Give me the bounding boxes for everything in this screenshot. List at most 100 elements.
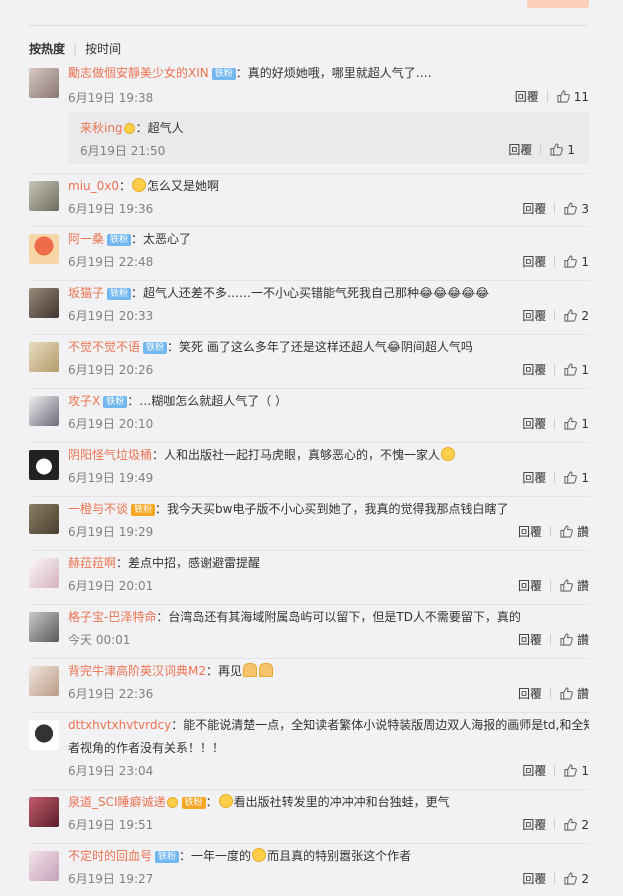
thumbs-up-icon[interactable] <box>564 764 578 777</box>
top-button[interactable] <box>527 0 589 8</box>
like-count: 11 <box>573 90 589 104</box>
thumbs-up-icon[interactable] <box>564 255 578 268</box>
reply-button[interactable]: 回覆 <box>508 143 532 157</box>
fan-badge: 铁粉 <box>131 504 156 516</box>
action-divider <box>554 364 556 375</box>
user-name[interactable]: 勵志做個安靜美少女的XIN <box>68 66 209 80</box>
comment-text: 看出版社转发里的冲冲冲和台独蛙，更气 <box>233 795 450 809</box>
avatar[interactable] <box>29 342 59 372</box>
colon: ： <box>152 448 165 462</box>
avatar[interactable] <box>29 612 59 642</box>
user-name[interactable]: 泉道_SCI睡癖诚递 <box>68 795 166 809</box>
avatar[interactable] <box>29 504 59 534</box>
action-divider <box>554 765 556 776</box>
avatar[interactable] <box>29 68 59 98</box>
like-count: 1 <box>581 255 589 269</box>
reply-button[interactable]: 回覆 <box>522 417 546 431</box>
avatar[interactable] <box>29 666 59 696</box>
thumbs-up-icon[interactable] <box>560 579 573 592</box>
comment-actions: 回覆 2 <box>522 307 589 324</box>
comment-actions: 回覆 讚 <box>518 577 589 594</box>
comment-text: 差点中招，感谢避雷提醒 <box>128 556 261 570</box>
comment-text: …糊咖怎么就超人气了（ ） <box>139 394 288 408</box>
reply-button[interactable]: 回覆 <box>522 764 546 778</box>
comment-actions: 回覆 讚 <box>518 523 589 540</box>
thumbs-up-icon[interactable] <box>557 90 570 103</box>
sort-bar: 按热度 | 按时间 <box>29 40 121 57</box>
user-name[interactable]: miu_0x0 <box>68 179 119 193</box>
reply-button[interactable]: 回覆 <box>522 363 546 377</box>
user-name[interactable]: 一橙与不谈 <box>68 502 128 516</box>
reply-button[interactable]: 回覆 <box>515 88 539 105</box>
user-name[interactable]: 赫菈菈啊 <box>68 556 116 570</box>
reply-button[interactable]: 回覆 <box>522 255 546 269</box>
colon: ： <box>131 232 144 246</box>
reply-button[interactable]: 回覆 <box>518 633 542 647</box>
action-divider <box>554 256 556 267</box>
thumbs-up-icon[interactable] <box>564 202 578 215</box>
action-divider <box>549 526 551 537</box>
reply-button[interactable]: 回覆 <box>522 872 546 886</box>
comment-time: 6月19日 19:29 <box>68 525 154 539</box>
sort-by-time[interactable]: 按时间 <box>85 40 121 57</box>
reply-button[interactable]: 回覆 <box>522 309 546 323</box>
action-divider <box>554 310 556 321</box>
comment-text: 再见 <box>218 664 243 678</box>
vip-icon <box>166 797 178 808</box>
thumbs-up-icon[interactable] <box>550 143 564 156</box>
thumbs-up-icon[interactable] <box>564 417 578 430</box>
comment-actions: 回覆 2 <box>522 870 589 887</box>
thumbs-up-icon[interactable] <box>564 818 578 831</box>
avatar[interactable] <box>29 851 59 881</box>
like-count: 1 <box>581 764 589 778</box>
user-name[interactable]: 阴阳怪气垃圾桶 <box>68 448 152 462</box>
comment-time: 6月19日 19:38 <box>68 91 154 105</box>
reply-button[interactable]: 回覆 <box>518 687 542 701</box>
thumbs-up-icon[interactable] <box>564 309 578 322</box>
user-name[interactable]: 坂猫子 <box>68 286 104 300</box>
user-name[interactable]: 攻子X <box>68 394 100 408</box>
comment-item: 勵志做個安靜美少女的XIN 铁粉 ：真的好烦她哦，哪里就超人气了…. 6月19日 1… <box>29 62 589 174</box>
user-name[interactable]: dttxhvtxhvtvrdcy <box>68 718 171 732</box>
thumbs-up-icon[interactable] <box>560 687 573 700</box>
comment-line: 阴阳怪气垃圾桶：人和出版社一起打马虎眼，真够恶心的，不愧一家人 <box>68 446 589 464</box>
comment-line: 勵志做個安靜美少女的XIN 铁粉 ：真的好烦她哦，哪里就超人气了…. <box>68 64 589 82</box>
reply-button[interactable]: 回覆 <box>522 471 546 485</box>
avatar[interactable] <box>29 234 59 264</box>
reply-button[interactable]: 回覆 <box>518 525 542 539</box>
comment-line: 格子宝-巴泽特命：台湾岛还有其海域附属岛屿可以留下，但是TD人不需要留下，真的 <box>68 608 589 626</box>
avatar[interactable] <box>29 396 59 426</box>
reply-button[interactable]: 回覆 <box>522 202 546 216</box>
comment-line: 不定时的回血号 铁粉 ：一年一度的 而且真的特别嚣张这个作者 <box>68 847 589 865</box>
avatar[interactable] <box>29 797 59 827</box>
thumbs-up-icon[interactable] <box>564 872 578 885</box>
comment-line: 一橙与不谈 铁粉 ：我今天买bw电子版不小心买到她了，我真的觉得我那点钱白瞎了 <box>68 500 589 518</box>
comment-text: 笑死 画了这么多年了还是这样还超人气😂阴间超人气吗 <box>179 340 473 354</box>
user-name[interactable]: 不定时的回血号 <box>68 849 152 863</box>
user-name[interactable]: 背完牛津高阶英汉词典M2 <box>68 664 206 678</box>
reply-button[interactable]: 回覆 <box>522 818 546 832</box>
avatar[interactable] <box>29 288 59 318</box>
thumbs-up-icon[interactable] <box>564 471 578 484</box>
avatar[interactable] <box>29 450 59 480</box>
avatar[interactable] <box>29 720 59 750</box>
like-count: 讚 <box>576 687 589 701</box>
user-name[interactable]: 阿一桑 <box>68 232 104 246</box>
thumbs-up-icon[interactable] <box>564 363 578 376</box>
user-name[interactable]: 不觉不觉不语 <box>68 340 140 354</box>
comment-time: 6月19日 22:36 <box>68 687 154 701</box>
comment-line: 赫菈菈啊：差点中招，感谢避雷提醒 <box>68 554 589 572</box>
sort-by-hot[interactable]: 按热度 <box>29 40 65 57</box>
avatar[interactable] <box>29 181 59 211</box>
thumbs-up-icon[interactable] <box>560 525 573 538</box>
user-name[interactable]: 格子宝-巴泽特命 <box>68 610 156 624</box>
comment-actions: 回覆 1 <box>522 469 589 486</box>
sub-user-name[interactable]: 来秋ing <box>80 121 123 135</box>
avatar[interactable] <box>29 558 59 588</box>
like-count: 讚 <box>576 633 589 647</box>
comment-line: 坂猫子 铁粉 ：超气人还差不多……一不小心买错能气死我自己那种😂😂😂😂😂 <box>68 284 589 302</box>
like-count: 2 <box>581 818 589 832</box>
fan-badge: 铁粉 <box>107 288 132 300</box>
reply-button[interactable]: 回覆 <box>518 579 542 593</box>
thumbs-up-icon[interactable] <box>560 633 573 646</box>
